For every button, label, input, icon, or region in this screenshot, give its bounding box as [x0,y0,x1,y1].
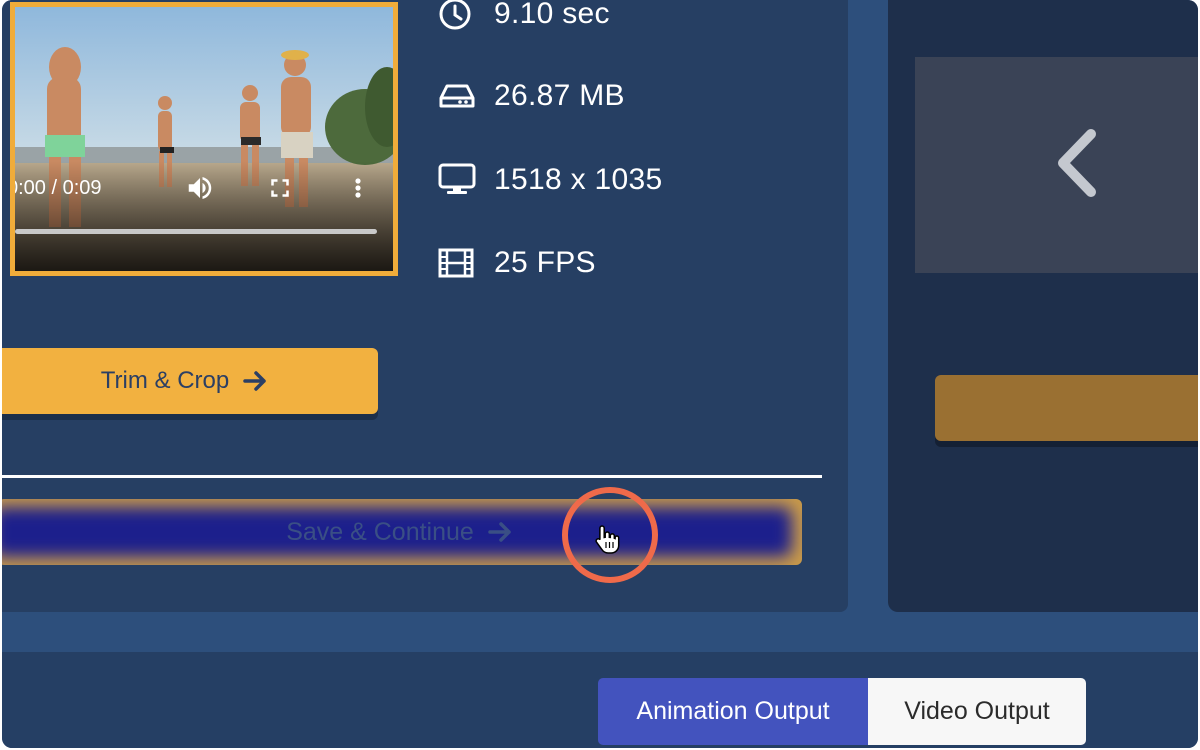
video-progress-bar[interactable] [15,229,377,234]
section-divider [2,475,822,478]
output-type-toggle: Animation Output Video Output [598,678,1086,745]
video-output-tab[interactable]: Video Output [868,678,1086,745]
file-size-row: 26.87 MB [438,76,625,116]
output-preview-panel [888,0,1198,612]
video-time: 0:00 / 0:09 [10,177,102,199]
trim-crop-label: Trim & Crop [100,367,230,394]
hand-cursor-icon [595,525,620,554]
volume-icon[interactable] [185,173,215,208]
save-continue-label: Save & Continue [286,517,474,546]
resolution-row: 1518 x 1035 [438,160,662,200]
upload-panel: 0:00 / 0:09 9.10 sec 26.87 MB 1518 x 103… [2,0,848,612]
fullscreen-icon[interactable] [265,173,295,208]
video-player[interactable]: 0:00 / 0:09 [10,2,398,276]
more-options-icon[interactable] [351,173,365,208]
monitor-icon [438,163,478,197]
hard-drive-icon [438,79,478,113]
output-action-button[interactable] [935,375,1198,441]
clock-icon [438,0,478,31]
duration-row: 9.10 sec [438,0,610,34]
film-icon [438,246,478,280]
arrow-right-icon [488,522,511,542]
arrow-right-icon [243,371,266,391]
frame-rate-row: 25 FPS [438,243,596,283]
animation-output-tab[interactable]: Animation Output [598,678,868,745]
app-frame: 0:00 / 0:09 9.10 sec 26.87 MB 1518 x 103… [2,0,1198,748]
preview-area [915,57,1198,273]
save-continue-button[interactable]: Save & Continue [2,499,802,565]
chevron-left-icon[interactable] [1053,128,1103,203]
duration-value: 9.10 sec [494,0,610,30]
frame-rate-value: 25 FPS [494,246,596,279]
resolution-value: 1518 x 1035 [494,163,663,196]
file-size-value: 26.87 MB [494,79,625,112]
trim-crop-button[interactable]: Trim & Crop [2,348,378,414]
